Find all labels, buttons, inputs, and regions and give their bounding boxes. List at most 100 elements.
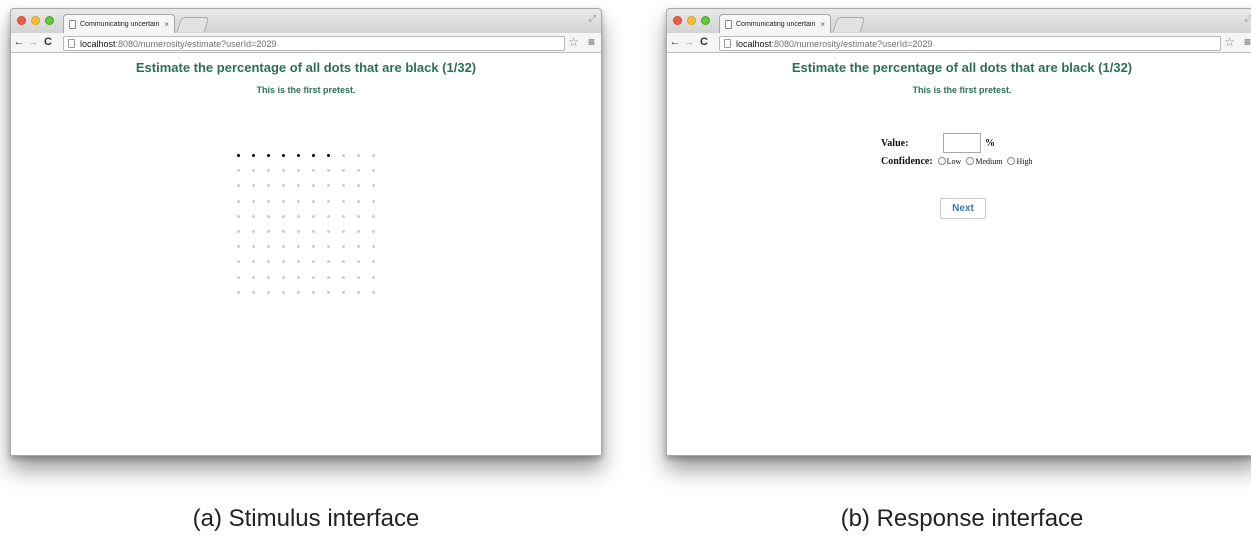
gray-dot (231, 270, 246, 285)
gray-dot (306, 178, 321, 193)
next-button[interactable]: Next (940, 198, 986, 219)
gray-dot (276, 178, 291, 193)
gray-dot (336, 270, 351, 285)
browser-tab[interactable]: Communicating uncertain × (719, 14, 831, 33)
gray-dot (276, 239, 291, 254)
black-dot (276, 148, 291, 163)
back-icon[interactable]: ← (669, 37, 681, 48)
gray-dot (231, 178, 246, 193)
address-bar[interactable]: localhost:8080/numerosity/estimate?userI… (719, 36, 1221, 51)
forward-icon[interactable]: → (683, 37, 695, 48)
gray-dot (351, 270, 366, 285)
gray-dot (321, 239, 336, 254)
maximize-window-icon[interactable] (45, 16, 54, 25)
black-dot (306, 148, 321, 163)
gray-dot (291, 163, 306, 178)
back-icon[interactable]: ← (13, 37, 25, 48)
gray-dot (231, 285, 246, 300)
tab-close-icon[interactable]: × (820, 20, 825, 29)
menu-icon[interactable]: ≡ (1244, 35, 1251, 49)
gray-dot (306, 163, 321, 178)
confidence-option-medium[interactable]: Medium (963, 157, 1002, 166)
gray-dot (351, 148, 366, 163)
tab-bar: Communicating uncertain × ⤢ (11, 9, 601, 33)
confidence-option-high[interactable]: High (1004, 157, 1032, 166)
gray-dot (306, 254, 321, 269)
gray-dot (351, 239, 366, 254)
gray-dot (246, 224, 261, 239)
black-dot (231, 148, 246, 163)
gray-dot (306, 239, 321, 254)
percent-sign: % (985, 137, 995, 149)
gray-dot (261, 163, 276, 178)
gray-dot (276, 270, 291, 285)
gray-dot (336, 209, 351, 224)
value-label: Value: (881, 137, 909, 149)
bookmark-star-icon[interactable]: ☆ (568, 35, 579, 49)
gray-dot (231, 209, 246, 224)
gray-dot (366, 254, 381, 269)
fullscreen-icon[interactable]: ⤢ (589, 13, 596, 24)
address-bar[interactable]: localhost:8080/numerosity/estimate?userI… (63, 36, 565, 51)
gray-dot (336, 285, 351, 300)
gray-dot (336, 194, 351, 209)
gray-dot (261, 270, 276, 285)
confidence-label: Confidence: (881, 155, 933, 167)
gray-dot (276, 209, 291, 224)
gray-dot (231, 224, 246, 239)
tab-close-icon[interactable]: × (164, 20, 169, 29)
browser-tab[interactable]: Communicating uncertain × (63, 14, 175, 33)
gray-dot (321, 209, 336, 224)
new-tab-button[interactable] (176, 17, 210, 32)
confidence-row: Confidence: Low Medium High (881, 152, 1032, 170)
close-window-icon[interactable] (673, 16, 682, 25)
gray-dot (351, 163, 366, 178)
bookmark-star-icon[interactable]: ☆ (1224, 35, 1235, 49)
fullscreen-icon[interactable]: ⤢ (1245, 13, 1251, 24)
gray-dot (336, 239, 351, 254)
gray-dot (276, 224, 291, 239)
gray-dot (261, 209, 276, 224)
gray-dot (246, 209, 261, 224)
value-input[interactable] (943, 133, 981, 153)
radio-low[interactable] (937, 157, 946, 165)
gray-dot (366, 194, 381, 209)
gray-dot (306, 270, 321, 285)
radio-high[interactable] (1007, 157, 1016, 165)
gray-dot (291, 194, 306, 209)
gray-dot (231, 254, 246, 269)
gray-dot (306, 224, 321, 239)
url-path: :8080/numerosity/estimate?userId=2029 (115, 38, 277, 49)
minimize-window-icon[interactable] (687, 16, 696, 25)
maximize-window-icon[interactable] (701, 16, 710, 25)
close-window-icon[interactable] (17, 16, 26, 25)
caption-response: (b) Response interface (840, 505, 1084, 532)
gray-dot (276, 285, 291, 300)
page-content: Estimate the percentage of all dots that… (11, 60, 601, 455)
option-label-medium: Medium (975, 156, 1003, 166)
gray-dot (321, 194, 336, 209)
forward-icon[interactable]: → (27, 37, 39, 48)
menu-icon[interactable]: ≡ (588, 35, 595, 49)
gray-dot (231, 239, 246, 254)
gray-dot (261, 224, 276, 239)
gray-dot (276, 194, 291, 209)
gray-dot (321, 285, 336, 300)
option-label-low: Low (946, 156, 962, 166)
reload-icon[interactable]: C (42, 37, 54, 48)
reload-icon[interactable]: C (698, 37, 710, 48)
gray-dot (366, 209, 381, 224)
black-dot (291, 148, 306, 163)
radio-medium[interactable] (966, 157, 975, 165)
browser-toolbar: ← → C localhost:8080/numerosity/estimate… (11, 33, 601, 53)
black-dot (261, 148, 276, 163)
new-tab-button[interactable] (832, 17, 866, 32)
gray-dot (261, 239, 276, 254)
confidence-option-low[interactable]: Low (935, 156, 962, 166)
document-icon (725, 19, 732, 29)
minimize-window-icon[interactable] (31, 16, 40, 25)
gray-dot (306, 285, 321, 300)
gray-dot (351, 194, 366, 209)
gray-dot (366, 224, 381, 239)
gray-dot (261, 254, 276, 269)
